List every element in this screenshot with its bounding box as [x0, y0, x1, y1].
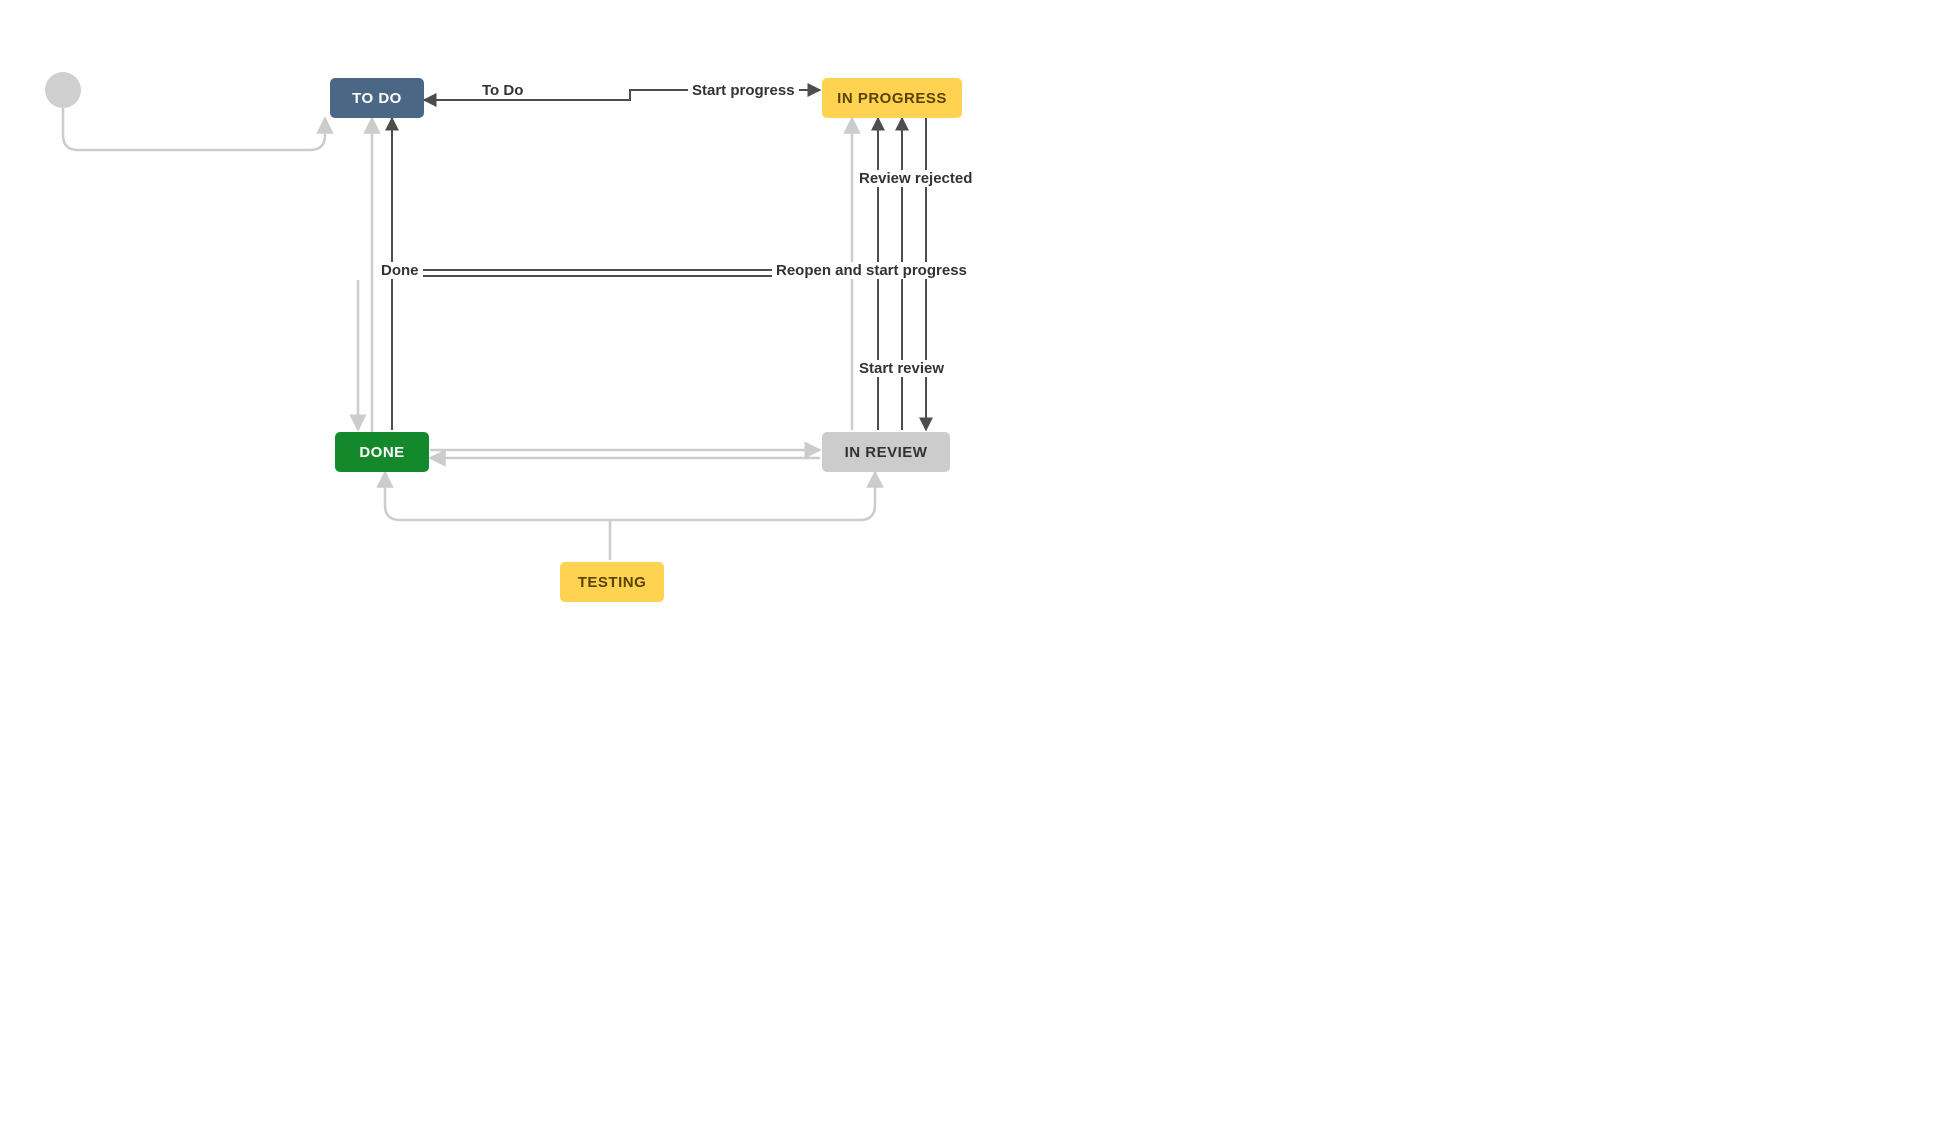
status-in-review-label: IN REVIEW — [845, 444, 928, 461]
start-node[interactable] — [45, 72, 81, 108]
edges-layer — [0, 0, 1460, 841]
status-in-progress[interactable]: IN PROGRESS — [822, 78, 962, 118]
label-reopen: Reopen and start progress — [772, 262, 971, 279]
label-done: Done — [377, 262, 423, 279]
edge-start-to-todo — [63, 108, 325, 150]
workflow-diagram: TO DO IN PROGRESS DONE IN REVIEW TESTING… — [0, 0, 1460, 841]
status-done[interactable]: DONE — [335, 432, 429, 472]
status-testing-label: TESTING — [578, 574, 647, 591]
label-start-progress: Start progress — [688, 82, 799, 99]
status-in-progress-label: IN PROGRESS — [837, 90, 947, 107]
status-todo-label: TO DO — [352, 90, 402, 107]
status-done-label: DONE — [359, 444, 404, 461]
status-todo[interactable]: TO DO — [330, 78, 424, 118]
label-to-do: To Do — [478, 82, 527, 99]
label-start-review: Start review — [855, 360, 948, 377]
status-in-review[interactable]: IN REVIEW — [822, 432, 950, 472]
label-review-rejected: Review rejected — [855, 170, 976, 187]
edge-testing-to-done — [385, 472, 610, 520]
status-testing[interactable]: TESTING — [560, 562, 664, 602]
edge-testing-to-inreview — [610, 472, 875, 520]
